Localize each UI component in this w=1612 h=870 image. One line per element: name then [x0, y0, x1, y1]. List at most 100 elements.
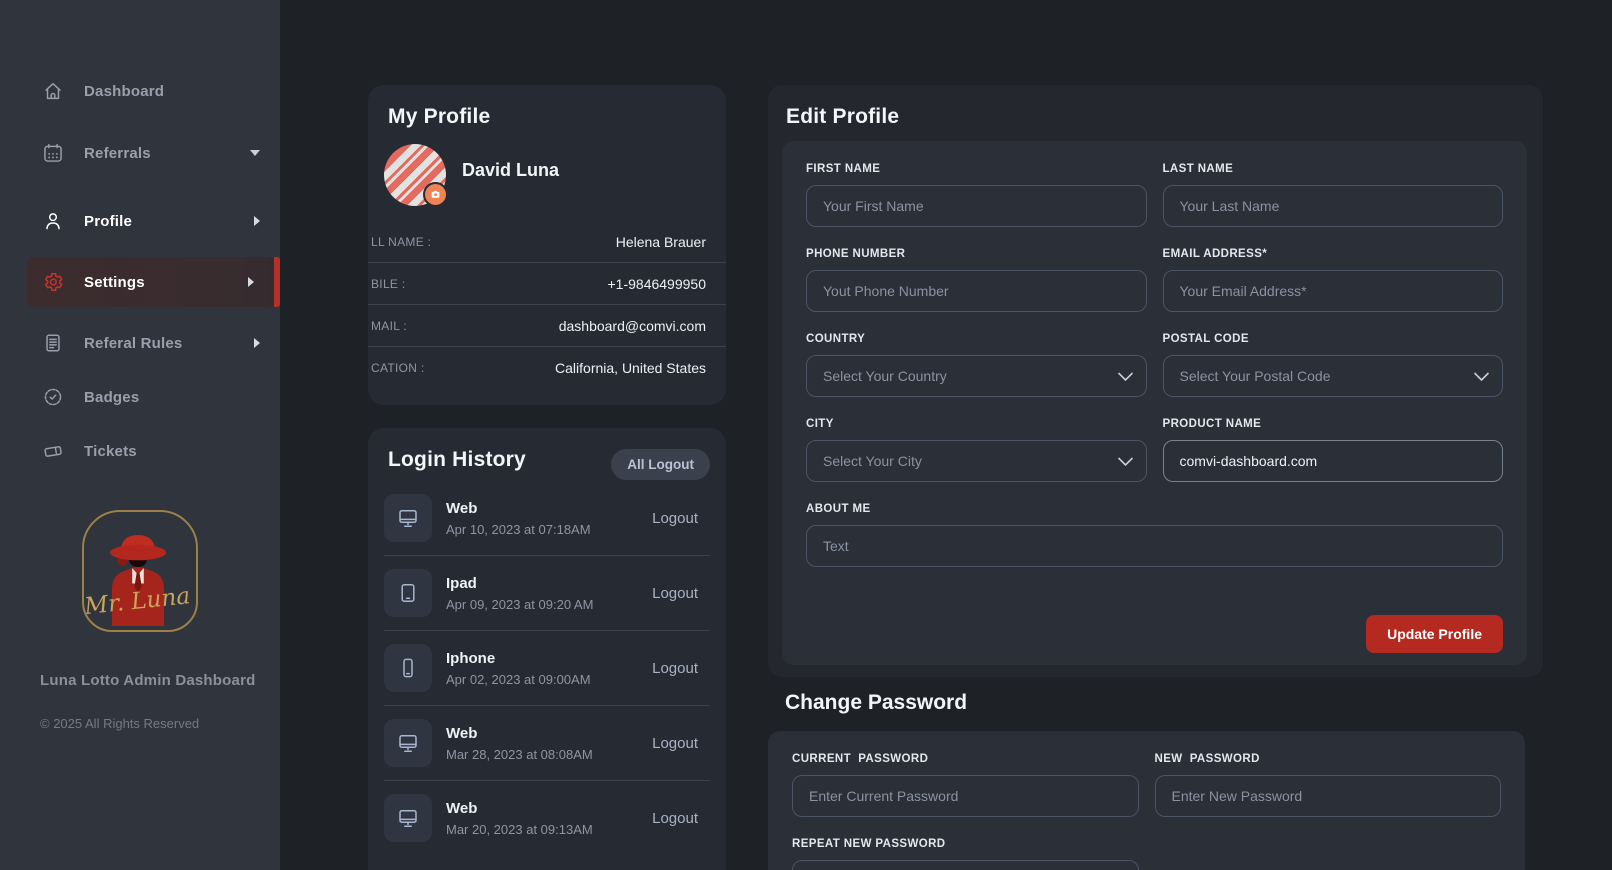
- brand-logo: Mr. Luna: [82, 510, 198, 632]
- avatar: [384, 144, 446, 206]
- field-input[interactable]: [1155, 775, 1502, 817]
- sidebar-item-dashboard[interactable]: Dashboard: [0, 66, 280, 116]
- sidebar-item-label: Tickets: [84, 443, 137, 460]
- field-current-password: CURRENT PASSWORD: [792, 753, 1139, 817]
- field-email-address: EMAIL ADDRESS*: [1163, 248, 1504, 312]
- chevron-icon: [250, 150, 260, 156]
- sidebar: Dashboard Referrals Profile Settings: [0, 0, 280, 870]
- field-label: PHONE NUMBER: [806, 248, 1147, 260]
- change-password-grid: CURRENT PASSWORD NEW PASSWORD REPEAT NEW…: [768, 731, 1525, 870]
- all-logout-button[interactable]: All Logout: [611, 449, 710, 480]
- sidebar-item-label: Settings: [84, 274, 145, 291]
- field-repeat-new-password: REPEAT NEW PASSWORD: [792, 838, 1139, 870]
- user-name: David Luna: [462, 160, 559, 181]
- field-input[interactable]: [1163, 355, 1504, 397]
- camera-icon[interactable]: [423, 182, 448, 207]
- info-value: California, United States: [555, 360, 706, 376]
- field-last-name: LAST NAME: [1163, 163, 1504, 227]
- phone-icon: [384, 644, 432, 692]
- sidebar-item-profile[interactable]: Profile: [0, 196, 280, 246]
- logout-link[interactable]: Logout: [652, 660, 710, 677]
- login-datetime: Apr 09, 2023 at 09:20 AM: [446, 597, 593, 612]
- user-icon: [42, 210, 64, 232]
- sidebar-item-referrals[interactable]: Referrals: [0, 128, 280, 178]
- field-phone-number: PHONE NUMBER: [806, 248, 1147, 312]
- sidebar-item-label: Referal Rules: [84, 335, 182, 352]
- field-product-name: PRODUCT NAME: [1163, 418, 1504, 482]
- update-profile-button[interactable]: Update Profile: [1366, 615, 1503, 653]
- login-datetime: Apr 02, 2023 at 09:00AM: [446, 672, 591, 687]
- calendar-icon: [42, 142, 64, 164]
- edit-profile-form: FIRST NAME LAST NAME PHONE NUMBER: [782, 141, 1527, 665]
- logout-link[interactable]: Logout: [652, 585, 710, 602]
- field-input[interactable]: [806, 355, 1147, 397]
- device-name: Web: [446, 500, 591, 517]
- logout-link[interactable]: Logout: [652, 810, 710, 827]
- field-postal-code: POSTAL CODE: [1163, 333, 1504, 397]
- field-input[interactable]: [806, 440, 1147, 482]
- sidebar-item-settings[interactable]: Settings: [26, 257, 280, 307]
- device-name: Web: [446, 725, 593, 742]
- field-label: POSTAL CODE: [1163, 333, 1504, 345]
- sidebar-item-label: Referrals: [84, 145, 151, 162]
- profile-row-mail: MAIL : dashboard@comvi.com: [368, 304, 726, 346]
- field-input[interactable]: [792, 775, 1139, 817]
- gear-icon: [42, 271, 64, 293]
- home-icon: [42, 80, 64, 102]
- sidebar-item-referal-rules[interactable]: Referal Rules: [0, 318, 280, 368]
- field-label: PRODUCT NAME: [1163, 418, 1504, 430]
- chevron-icon: [254, 216, 260, 226]
- device-name: Iphone: [446, 650, 591, 667]
- login-entry-iphone: Iphone Apr 02, 2023 at 09:00AM Logout: [384, 630, 710, 705]
- profile-info-rows: LL NAME : Helena Brauer BILE : +1-984649…: [368, 221, 726, 388]
- login-history-card: Login History All Logout Web Apr 10, 202…: [368, 428, 726, 870]
- profile-row-bile: BILE : +1-9846499950: [368, 262, 726, 304]
- info-value: dashboard@comvi.com: [559, 318, 706, 334]
- field-label: NEW PASSWORD: [1155, 753, 1502, 765]
- logout-link[interactable]: Logout: [652, 735, 710, 752]
- device-name: Ipad: [446, 575, 593, 592]
- logout-link[interactable]: Logout: [652, 510, 710, 527]
- avatar-row: David Luna: [384, 144, 726, 206]
- field-city: CITY: [806, 418, 1147, 482]
- desktop-icon: [384, 794, 432, 842]
- document-icon: [42, 332, 64, 354]
- badge-icon: [42, 386, 64, 408]
- field-label: EMAIL ADDRESS*: [1163, 248, 1504, 260]
- change-password-title: Change Password: [785, 691, 967, 715]
- my-profile-card: My Profile David Luna LL NAME : Helena B…: [368, 85, 726, 405]
- login-history-list: Web Apr 10, 2023 at 07:18AM Logout Ipad …: [368, 481, 726, 855]
- sidebar-item-badges[interactable]: Badges: [0, 372, 280, 422]
- login-datetime: Mar 20, 2023 at 09:13AM: [446, 822, 593, 837]
- ticket-icon: [42, 440, 64, 462]
- login-entry-web: Web Mar 28, 2023 at 08:08AM Logout: [384, 705, 710, 780]
- info-label: MAIL :: [371, 319, 407, 333]
- field-input[interactable]: [806, 270, 1147, 312]
- chevron-icon: [254, 338, 260, 348]
- field-input[interactable]: [792, 860, 1139, 870]
- field-input[interactable]: [806, 185, 1147, 227]
- app-name: Luna Lotto Admin Dashboard: [40, 672, 280, 689]
- my-profile-title: My Profile: [368, 85, 726, 129]
- field-input[interactable]: [1163, 440, 1504, 482]
- profile-row-cation: CATION : California, United States: [368, 346, 726, 388]
- field-label: CURRENT PASSWORD: [792, 753, 1139, 765]
- mr-luna-figure: Mr. Luna: [84, 512, 192, 626]
- tablet-icon: [384, 569, 432, 617]
- field-input[interactable]: [806, 525, 1503, 567]
- field-label: CITY: [806, 418, 1147, 430]
- logo-script-text: Mr. Luna: [84, 582, 191, 620]
- field-label: REPEAT NEW PASSWORD: [792, 838, 1139, 850]
- info-value: Helena Brauer: [616, 234, 706, 250]
- sidebar-nav: Dashboard Referrals Profile Settings: [0, 0, 280, 476]
- edit-profile-grid: FIRST NAME LAST NAME PHONE NUMBER: [782, 141, 1527, 589]
- field-label: ABOUT ME: [806, 503, 1503, 515]
- sidebar-item-tickets[interactable]: Tickets: [0, 426, 280, 476]
- edit-profile-panel: Edit Profile FIRST NAME LAST NAME: [768, 85, 1543, 677]
- sidebar-item-label: Dashboard: [84, 83, 164, 100]
- field-label: FIRST NAME: [806, 163, 1147, 175]
- field-input[interactable]: [1163, 270, 1504, 312]
- info-label: LL NAME :: [371, 235, 431, 249]
- field-input[interactable]: [1163, 185, 1504, 227]
- copyright-text: © 2025 All Rights Reserved: [40, 716, 280, 731]
